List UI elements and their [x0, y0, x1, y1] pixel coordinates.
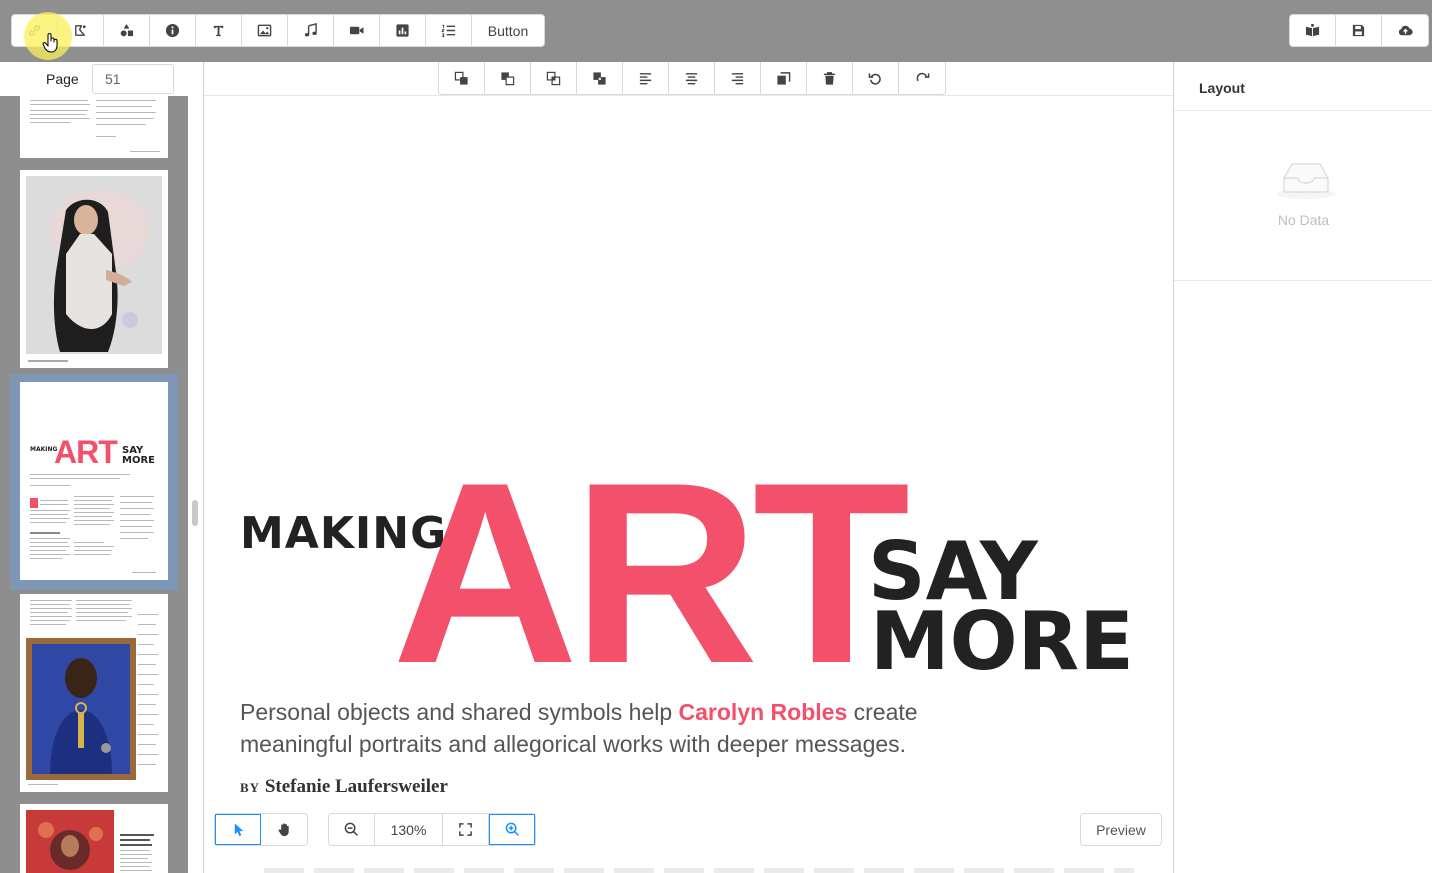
- bring-forward-button[interactable]: [531, 62, 577, 94]
- music-icon: [304, 23, 317, 37]
- align-left-button[interactable]: [623, 62, 669, 94]
- copy-button[interactable]: [761, 62, 807, 94]
- link-icon: [29, 25, 40, 36]
- insert-tool-group: Button: [11, 14, 545, 47]
- align-left-icon: [639, 72, 652, 84]
- thumbnail-list[interactable]: MAKING ART SAY MORE: [0, 96, 188, 873]
- image-tool-button[interactable]: [242, 15, 288, 46]
- shape-edit-icon: [75, 25, 86, 36]
- thumb-art: ART: [54, 434, 118, 470]
- save-icon: [1352, 24, 1365, 37]
- publish-button[interactable]: [1290, 15, 1336, 46]
- hand-icon: [278, 823, 289, 837]
- book-icon: [1305, 23, 1320, 37]
- image-icon: [257, 24, 272, 37]
- pan-mode-button[interactable]: [261, 814, 307, 845]
- next-text-line-partial: [264, 868, 1134, 873]
- fullscreen-icon: [459, 823, 472, 836]
- zoom-in-icon: [505, 822, 519, 836]
- hand-cursor-icon: [42, 33, 58, 53]
- thumbnail-panel: Page 51 MAKING ART SAY MORE: [0, 62, 204, 873]
- shape-edit-tool-button[interactable]: [58, 15, 104, 46]
- preview-button[interactable]: Preview: [1080, 813, 1162, 846]
- align-center-button[interactable]: [669, 62, 715, 94]
- zoom-in-button[interactable]: [489, 814, 535, 845]
- headline-art[interactable]: ART: [392, 444, 910, 702]
- editor-canvas[interactable]: MAKING ART SAY MORE Personal objects and…: [204, 62, 1173, 873]
- pointer-arrow-icon: [234, 823, 243, 837]
- align-right-button[interactable]: [715, 62, 761, 94]
- page-number-input[interactable]: [92, 64, 174, 94]
- shapes-tool-button[interactable]: [104, 15, 150, 46]
- list-icon: [441, 24, 456, 38]
- page-thumbnail[interactable]: [20, 594, 168, 792]
- article-subtitle[interactable]: Personal objects and shared symbols help…: [240, 696, 1000, 760]
- thumb-more: MORE: [122, 455, 155, 466]
- zoom-out-icon: [344, 822, 358, 836]
- page-thumbnail[interactable]: [20, 804, 168, 873]
- page-thumbnail[interactable]: [20, 96, 168, 158]
- send-to-back-button[interactable]: [485, 62, 531, 94]
- fit-screen-button[interactable]: [443, 814, 489, 845]
- painting-thumbnail-image: [26, 176, 162, 362]
- layout-panel-title: Layout: [1199, 80, 1245, 96]
- redo-button[interactable]: [899, 62, 945, 94]
- chart-tool-button[interactable]: [380, 15, 426, 46]
- bring-to-front-button[interactable]: [439, 62, 485, 94]
- pointer-mode-group: [214, 813, 308, 846]
- cloud-upload-icon: [1398, 25, 1413, 36]
- trash-icon: [823, 71, 836, 85]
- undo-icon: [868, 72, 881, 85]
- article-byline[interactable]: BY Stefanie Laufersweiler: [240, 776, 448, 798]
- file-tool-group: [1289, 14, 1429, 47]
- bring-forward-icon: [546, 71, 561, 85]
- page-thumbnail-selected[interactable]: MAKING ART SAY MORE: [20, 382, 168, 580]
- send-backward-icon: [593, 71, 606, 85]
- info-icon: [165, 23, 180, 38]
- video-tool-button[interactable]: [334, 15, 380, 46]
- red-artwork-thumbnail-image: [26, 810, 114, 873]
- audio-tool-button[interactable]: [288, 15, 334, 46]
- page-navigator: Page: [0, 62, 203, 96]
- zoom-out-button[interactable]: [329, 814, 375, 845]
- upload-button[interactable]: [1382, 15, 1428, 46]
- arrange-toolbar: [438, 62, 946, 95]
- text-tool-button[interactable]: [196, 15, 242, 46]
- text-icon: [213, 25, 224, 37]
- highlighted-name: Carolyn Robles: [678, 699, 848, 725]
- send-to-back-icon: [501, 71, 515, 85]
- undo-button[interactable]: [853, 62, 899, 94]
- info-tool-button[interactable]: [150, 15, 196, 46]
- zoom-level[interactable]: 130%: [375, 814, 443, 845]
- redo-icon: [916, 72, 929, 81]
- headline-more[interactable]: MORE: [870, 602, 1134, 682]
- video-icon: [349, 26, 364, 35]
- zoom-group: 130%: [328, 813, 536, 846]
- page-label: Page: [46, 71, 79, 87]
- top-toolbar: Button: [0, 0, 1432, 62]
- shapes-icon: [120, 23, 134, 37]
- chart-icon: [396, 24, 409, 37]
- layout-panel: Layout No Data: [1173, 62, 1432, 873]
- save-button[interactable]: [1336, 15, 1382, 46]
- portrait-thumbnail-image: [26, 638, 136, 780]
- empty-state-text: No Data: [1277, 212, 1330, 228]
- button-tool-button[interactable]: Button: [472, 15, 544, 46]
- align-right-icon: [731, 72, 744, 84]
- align-center-icon: [685, 72, 698, 84]
- bring-to-front-icon: [454, 71, 468, 85]
- panel-resize-handle[interactable]: [192, 500, 198, 526]
- copy-icon: [777, 71, 791, 85]
- select-mode-button[interactable]: [215, 814, 261, 845]
- send-backward-button[interactable]: [577, 62, 623, 94]
- delete-button[interactable]: [807, 62, 853, 94]
- empty-inbox-icon: [1276, 163, 1336, 199]
- list-tool-button[interactable]: [426, 15, 472, 46]
- page-thumbnail[interactable]: [20, 170, 168, 368]
